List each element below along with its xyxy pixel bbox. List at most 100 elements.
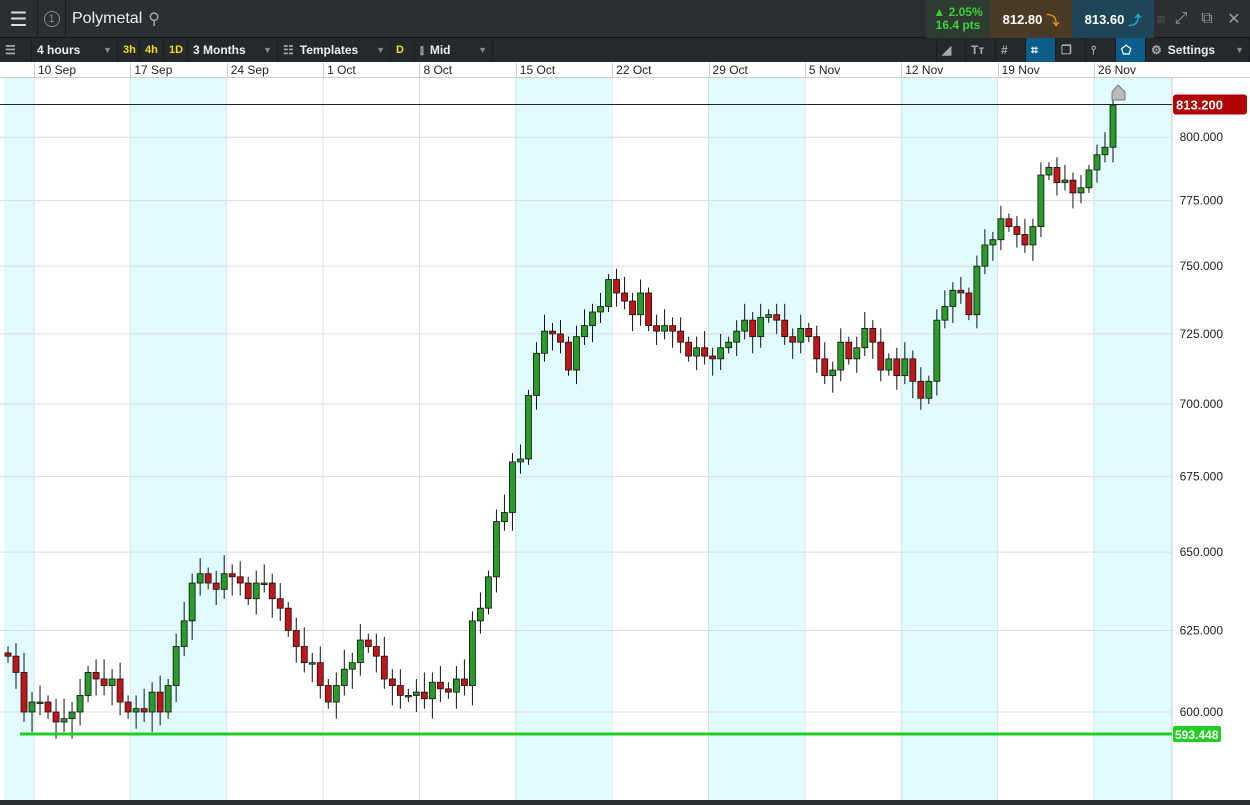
candle-body bbox=[773, 314, 781, 321]
week-shade bbox=[4, 78, 34, 800]
candle-body bbox=[837, 341, 845, 371]
candle-body bbox=[861, 327, 869, 349]
candle-body bbox=[1013, 226, 1021, 235]
search-icon[interactable]: ⚲ bbox=[148, 9, 160, 29]
price-axis[interactable] bbox=[1172, 78, 1250, 800]
candle-body bbox=[300, 646, 308, 664]
candle-body bbox=[348, 662, 356, 670]
candle-body bbox=[933, 319, 941, 382]
candle-body bbox=[517, 458, 524, 463]
candle-body bbox=[132, 708, 140, 713]
candle-body bbox=[340, 668, 348, 686]
workspace-badge[interactable]: 1 bbox=[38, 0, 66, 38]
quick-1d[interactable]: 1D bbox=[164, 38, 188, 62]
candle-body bbox=[637, 292, 644, 316]
arrow-down-icon: ⤵ bbox=[1046, 12, 1060, 28]
candle-body bbox=[533, 352, 540, 396]
candle-body bbox=[108, 678, 116, 686]
candle bbox=[485, 570, 492, 615]
candle-body bbox=[36, 701, 44, 704]
candle bbox=[525, 389, 532, 465]
candle-body bbox=[252, 582, 260, 600]
candle-body bbox=[821, 358, 829, 377]
popout-icon[interactable]: ⧉ bbox=[1194, 0, 1220, 38]
candle-body bbox=[140, 708, 148, 713]
quick-3h[interactable]: 3h bbox=[118, 38, 140, 62]
date-tick-label: 12 Nov bbox=[901, 63, 943, 78]
date-tick-label: 24 Sep bbox=[226, 63, 269, 78]
grid-icon[interactable]: # bbox=[996, 38, 1026, 62]
range-select[interactable]: 3 Months ▼ bbox=[188, 38, 278, 62]
instrument-name: Polymetal bbox=[72, 10, 143, 27]
quick-4h[interactable]: 4h bbox=[140, 38, 164, 62]
candle-body bbox=[853, 347, 861, 360]
layers-icon[interactable]: ❐ bbox=[1056, 38, 1086, 62]
candle-body bbox=[388, 678, 396, 686]
close-icon[interactable]: ✕ bbox=[1220, 0, 1248, 38]
price-type-select[interactable]: ⫾ Mid ▼ bbox=[415, 38, 493, 62]
list-icon[interactable]: ☰ bbox=[0, 38, 32, 62]
candle-body bbox=[1037, 174, 1045, 227]
candle-body bbox=[244, 582, 252, 600]
buy-button[interactable]: 813.60 ⤴ bbox=[1072, 0, 1154, 38]
price-tick-label: 725.000 bbox=[1180, 327, 1224, 341]
candle-body bbox=[965, 292, 973, 316]
label-icon[interactable]: ⬠ bbox=[1116, 38, 1146, 62]
candle-body bbox=[981, 244, 989, 267]
candle-body bbox=[52, 711, 60, 723]
candle-body bbox=[877, 341, 885, 371]
price-type-value: Mid bbox=[429, 43, 451, 57]
expand-icon[interactable]: ⤢ bbox=[1168, 0, 1194, 38]
candle-body bbox=[501, 512, 508, 522]
candle-body bbox=[284, 607, 292, 631]
candle-body bbox=[829, 369, 837, 377]
candle-body bbox=[805, 327, 813, 338]
hamburger-icon[interactable]: ☰ bbox=[0, 0, 38, 38]
candle-body bbox=[380, 655, 388, 680]
candle-body bbox=[605, 279, 612, 307]
support-label: 593.448 bbox=[1175, 728, 1219, 742]
crosshair-grid-icon[interactable]: ⌗ bbox=[1026, 38, 1056, 62]
interval-select[interactable]: 4 hours ▼ bbox=[32, 38, 118, 62]
text-icon[interactable]: Tт bbox=[966, 38, 996, 62]
candle-body bbox=[60, 718, 68, 723]
draw-icon[interactable]: ◢ bbox=[936, 38, 966, 62]
candle-body bbox=[893, 358, 901, 377]
candle-body bbox=[308, 662, 316, 665]
candle-body bbox=[100, 678, 108, 686]
instrument-title[interactable]: Polymetal ⚲ bbox=[72, 0, 160, 38]
indicator-icon[interactable]: ⫯ bbox=[1086, 38, 1116, 62]
candle-body bbox=[613, 279, 620, 294]
candle-body bbox=[725, 341, 733, 349]
settings-button[interactable]: ⚙ Settings ▼ bbox=[1146, 38, 1250, 62]
candle-body bbox=[733, 330, 741, 343]
sell-price: 812.80 bbox=[1002, 11, 1043, 27]
drag-handle[interactable]: ▤ bbox=[1154, 0, 1168, 38]
price-tick-label: 775.000 bbox=[1180, 194, 1224, 208]
candle-body bbox=[493, 521, 500, 578]
candle-body bbox=[749, 319, 757, 338]
candle-body bbox=[268, 582, 276, 600]
templates-button[interactable]: ☷ Templates ▼ bbox=[278, 38, 391, 62]
candlestick-chart[interactable]: 800.000 775.000 750.000 725.000 700.000 675.0… bbox=[0, 78, 1250, 800]
candle-body bbox=[597, 306, 604, 313]
candle-body bbox=[180, 620, 188, 647]
sell-button[interactable]: 812.80 ⤵ bbox=[990, 0, 1072, 38]
price-tick-label: 650.000 bbox=[1180, 545, 1224, 559]
sliders-icon: ☷ bbox=[283, 43, 294, 57]
candle-body bbox=[845, 341, 853, 360]
candle-body bbox=[332, 685, 340, 703]
candle-body bbox=[420, 691, 428, 700]
candle-body bbox=[573, 336, 580, 371]
price-change: ▲ 2.05% 16.4 pts bbox=[926, 0, 990, 38]
candle-body bbox=[12, 655, 20, 673]
buy-price: 813.60 bbox=[1084, 11, 1125, 27]
bottom-scrollbar[interactable] bbox=[0, 800, 1250, 805]
candle-icon: ⫾ bbox=[420, 42, 424, 57]
d-button[interactable]: D bbox=[391, 38, 415, 62]
candle-body bbox=[645, 292, 652, 327]
candle-body bbox=[316, 662, 324, 686]
candle-body bbox=[581, 325, 588, 338]
candle-body bbox=[364, 639, 372, 647]
arrow-up-icon: ⤴ bbox=[1128, 12, 1142, 28]
